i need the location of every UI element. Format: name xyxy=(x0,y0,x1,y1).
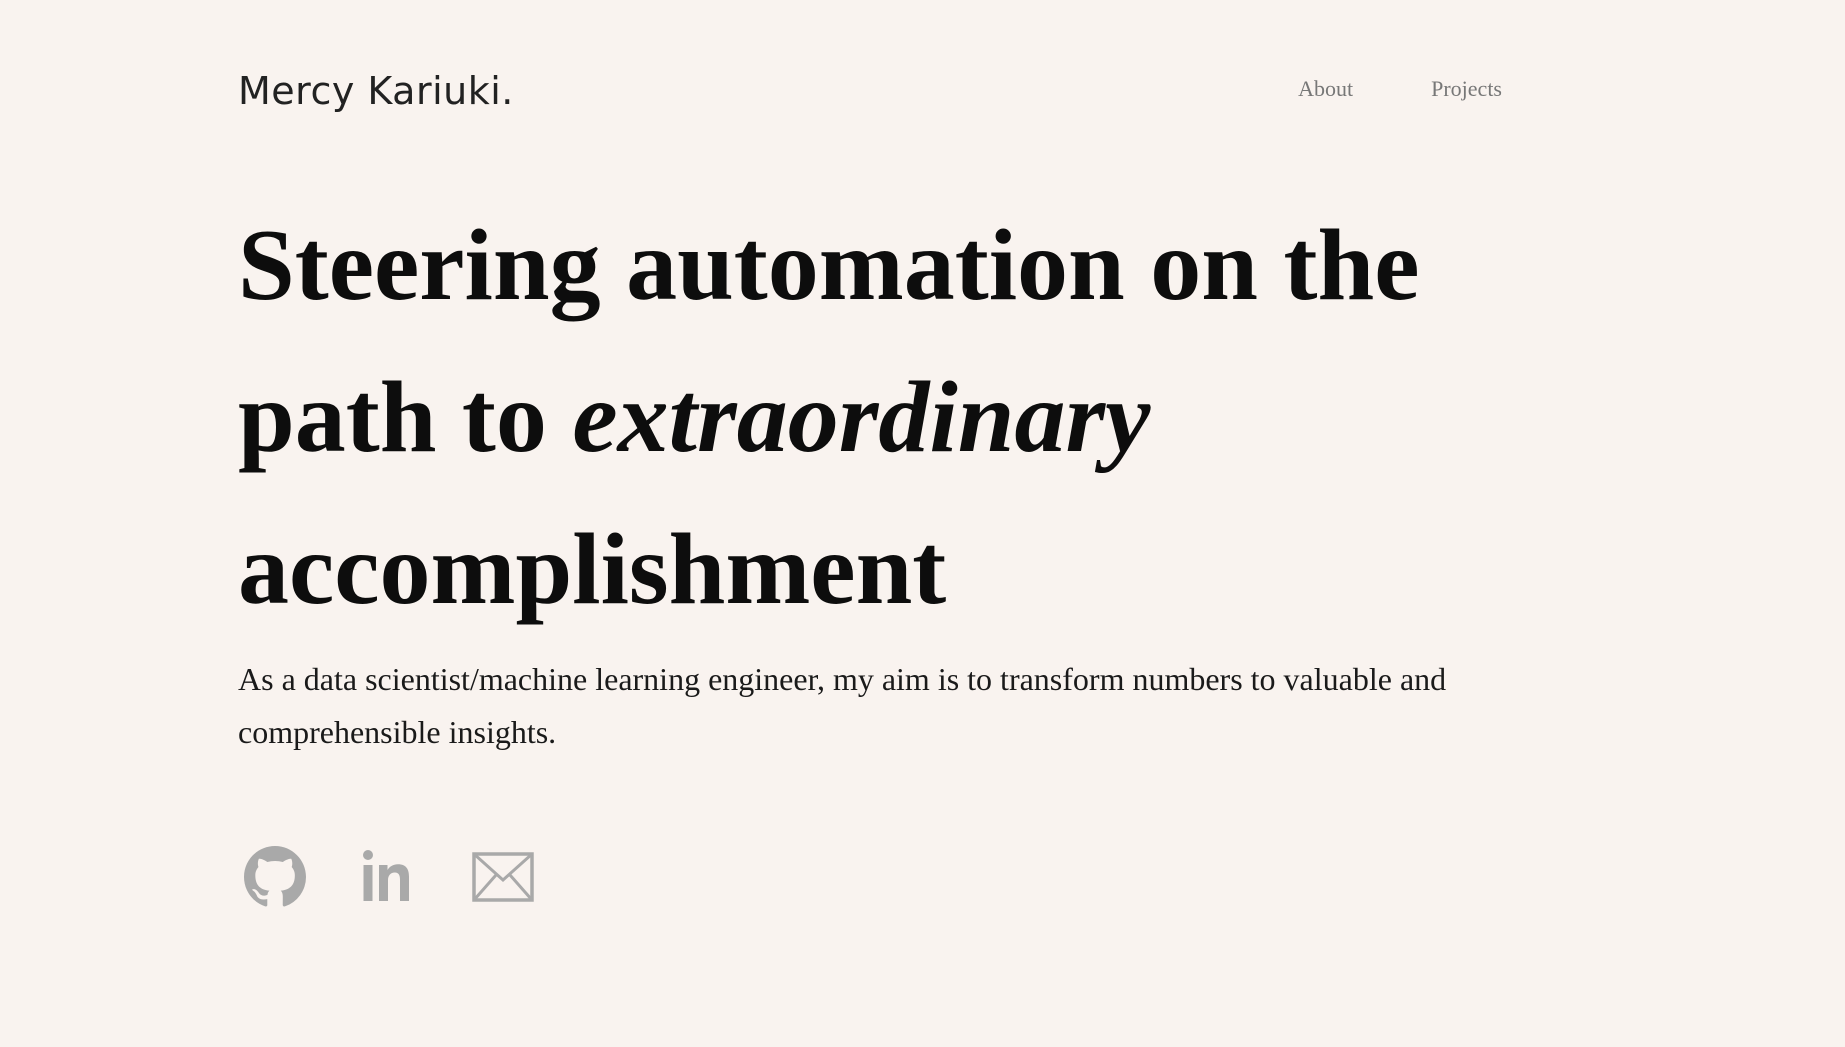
site-logo[interactable]: Mercy Kariuki. xyxy=(238,66,514,116)
mail-icon xyxy=(472,852,534,902)
headline-emphasis: extraordinary xyxy=(572,361,1151,474)
nav-link-projects[interactable]: Projects xyxy=(1431,76,1502,102)
headline-text-end: accomplishment xyxy=(238,513,947,626)
linkedin-link[interactable] xyxy=(358,846,420,908)
linkedin-icon xyxy=(363,850,409,901)
hero-headline: Steering automation on the path to extra… xyxy=(238,190,1502,646)
page-container: Mercy Kariuki. About Projects Steering a… xyxy=(238,0,1502,1047)
github-icon xyxy=(244,846,306,907)
email-link[interactable] xyxy=(472,846,534,908)
main-nav: About Projects xyxy=(1298,76,1502,102)
hero-intro: As a data scientist/machine learning eng… xyxy=(238,661,1447,750)
site-header: Mercy Kariuki. About Projects xyxy=(238,66,1502,116)
nav-link-about[interactable]: About xyxy=(1298,76,1353,102)
social-links xyxy=(244,846,534,908)
github-link[interactable] xyxy=(244,846,306,908)
